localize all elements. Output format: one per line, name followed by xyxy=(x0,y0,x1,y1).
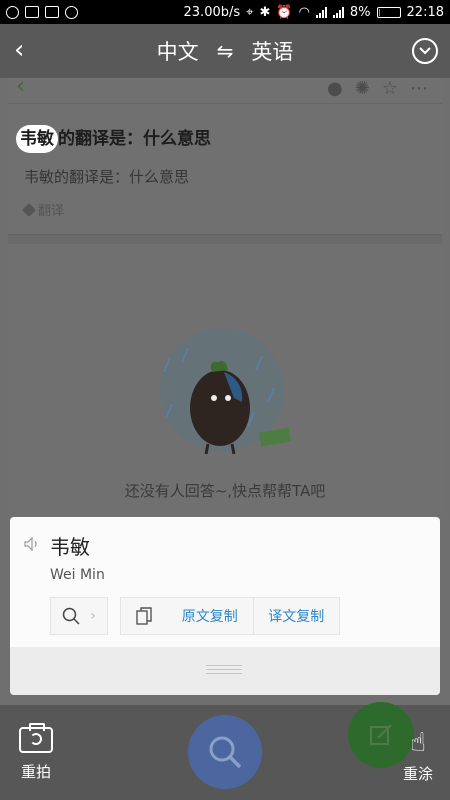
copy-translation-button[interactable]: 译文复制 xyxy=(252,598,340,634)
tag-label: 翻译 xyxy=(38,204,65,219)
drag-handle[interactable] xyxy=(206,665,242,677)
page-back-icon: ‹ xyxy=(16,74,25,99)
dropdown-menu-button[interactable] xyxy=(412,38,438,64)
image-notification-icon xyxy=(45,6,59,18)
question-tag: 翻译 xyxy=(21,200,65,219)
redraw-button[interactable]: ☝ 重涂 xyxy=(396,729,440,784)
target-language[interactable]: 英语 xyxy=(251,36,293,66)
source-word: 韦敏 xyxy=(50,535,90,559)
star-icon: ☆ xyxy=(381,78,398,99)
background-question-page: ‹ ● ✺ ☆ ⋯ 韦敏 的翻译是：什么意思 韦敏的翻译是：什么意思 翻译 还没有… xyxy=(8,74,442,518)
battery-percent: 8% xyxy=(349,4,371,20)
network-speed: 23.00b/s xyxy=(183,4,241,20)
source-word-row: 韦敏 xyxy=(24,531,90,560)
notification-icons xyxy=(6,5,78,19)
location-icon: ⌖ xyxy=(246,4,254,20)
signal-2-icon xyxy=(332,6,344,18)
question-title: 韦敏 的翻译是：什么意思 xyxy=(16,124,211,153)
chat-icon: ● xyxy=(327,78,343,99)
back-button[interactable]: ‹ xyxy=(14,37,24,63)
redraw-label: 重涂 xyxy=(402,765,433,783)
question-title-rest: 的翻译是：什么意思 xyxy=(58,129,211,149)
chat-notification-icon xyxy=(6,5,19,19)
alarm-icon: ⏰ xyxy=(276,4,293,20)
battery-icon xyxy=(376,6,401,18)
chevron-down-icon xyxy=(419,47,431,55)
hand-pointer-icon: ☝ xyxy=(410,728,426,758)
translation-text: Wei Min xyxy=(50,567,105,583)
detected-word-highlight: 韦敏 xyxy=(16,125,58,153)
speaker-icon[interactable] xyxy=(24,536,40,555)
card-footer xyxy=(10,647,440,695)
copy-original-button[interactable]: 原文复制 xyxy=(167,598,253,634)
search-icon xyxy=(62,607,80,625)
more-icon: ⋯ xyxy=(410,78,428,99)
translation-header: ‹ 中文 ⇋ 英语 xyxy=(0,24,450,78)
battery-fill xyxy=(378,8,381,16)
magnifier-icon xyxy=(209,736,242,769)
status-bar: 23.00b/s ⌖ ✱ ⏰ ◠ 8% 22:18 xyxy=(0,0,450,24)
sim-notification-icon xyxy=(25,6,39,18)
retake-label: 重拍 xyxy=(20,763,51,781)
search-fab-button[interactable] xyxy=(188,715,262,789)
section-divider xyxy=(8,234,442,244)
copy-icon xyxy=(121,598,167,634)
tag-icon xyxy=(21,202,37,217)
language-selector: 中文 ⇋ 英语 xyxy=(157,36,294,66)
empty-state-illustration xyxy=(160,328,291,455)
bluetooth-icon: ✱ xyxy=(259,4,271,20)
settings-icon: ✺ xyxy=(354,78,370,99)
wifi-icon: ◠ xyxy=(298,4,310,20)
retake-button[interactable]: 重拍 xyxy=(16,723,56,782)
edit-icon xyxy=(370,724,392,745)
swap-languages-icon[interactable]: ⇋ xyxy=(217,39,234,63)
page-toolbar: ‹ ● ✺ ☆ ⋯ xyxy=(8,74,442,104)
source-language[interactable]: 中文 xyxy=(157,36,199,66)
bottom-bar: 重拍 ☝ 重涂 xyxy=(0,702,450,800)
translation-result-card: 韦敏 Wei Min › 原文复制 译文复制 xyxy=(10,517,440,695)
question-body: 韦敏的翻译是：什么意思 xyxy=(24,168,190,186)
chevron-right-icon: › xyxy=(90,608,96,624)
empty-state-message: 还没有人回答~,快点帮帮TA吧 xyxy=(124,482,326,500)
message-notification-icon xyxy=(65,5,78,19)
signal-icon xyxy=(315,6,327,18)
search-word-button[interactable]: › xyxy=(50,597,108,635)
clock: 22:18 xyxy=(406,4,444,20)
page-tools: ● ✺ ☆ ⋯ xyxy=(327,78,428,99)
copy-actions: 原文复制 译文复制 xyxy=(120,597,340,635)
camera-rotate-icon xyxy=(19,723,53,753)
